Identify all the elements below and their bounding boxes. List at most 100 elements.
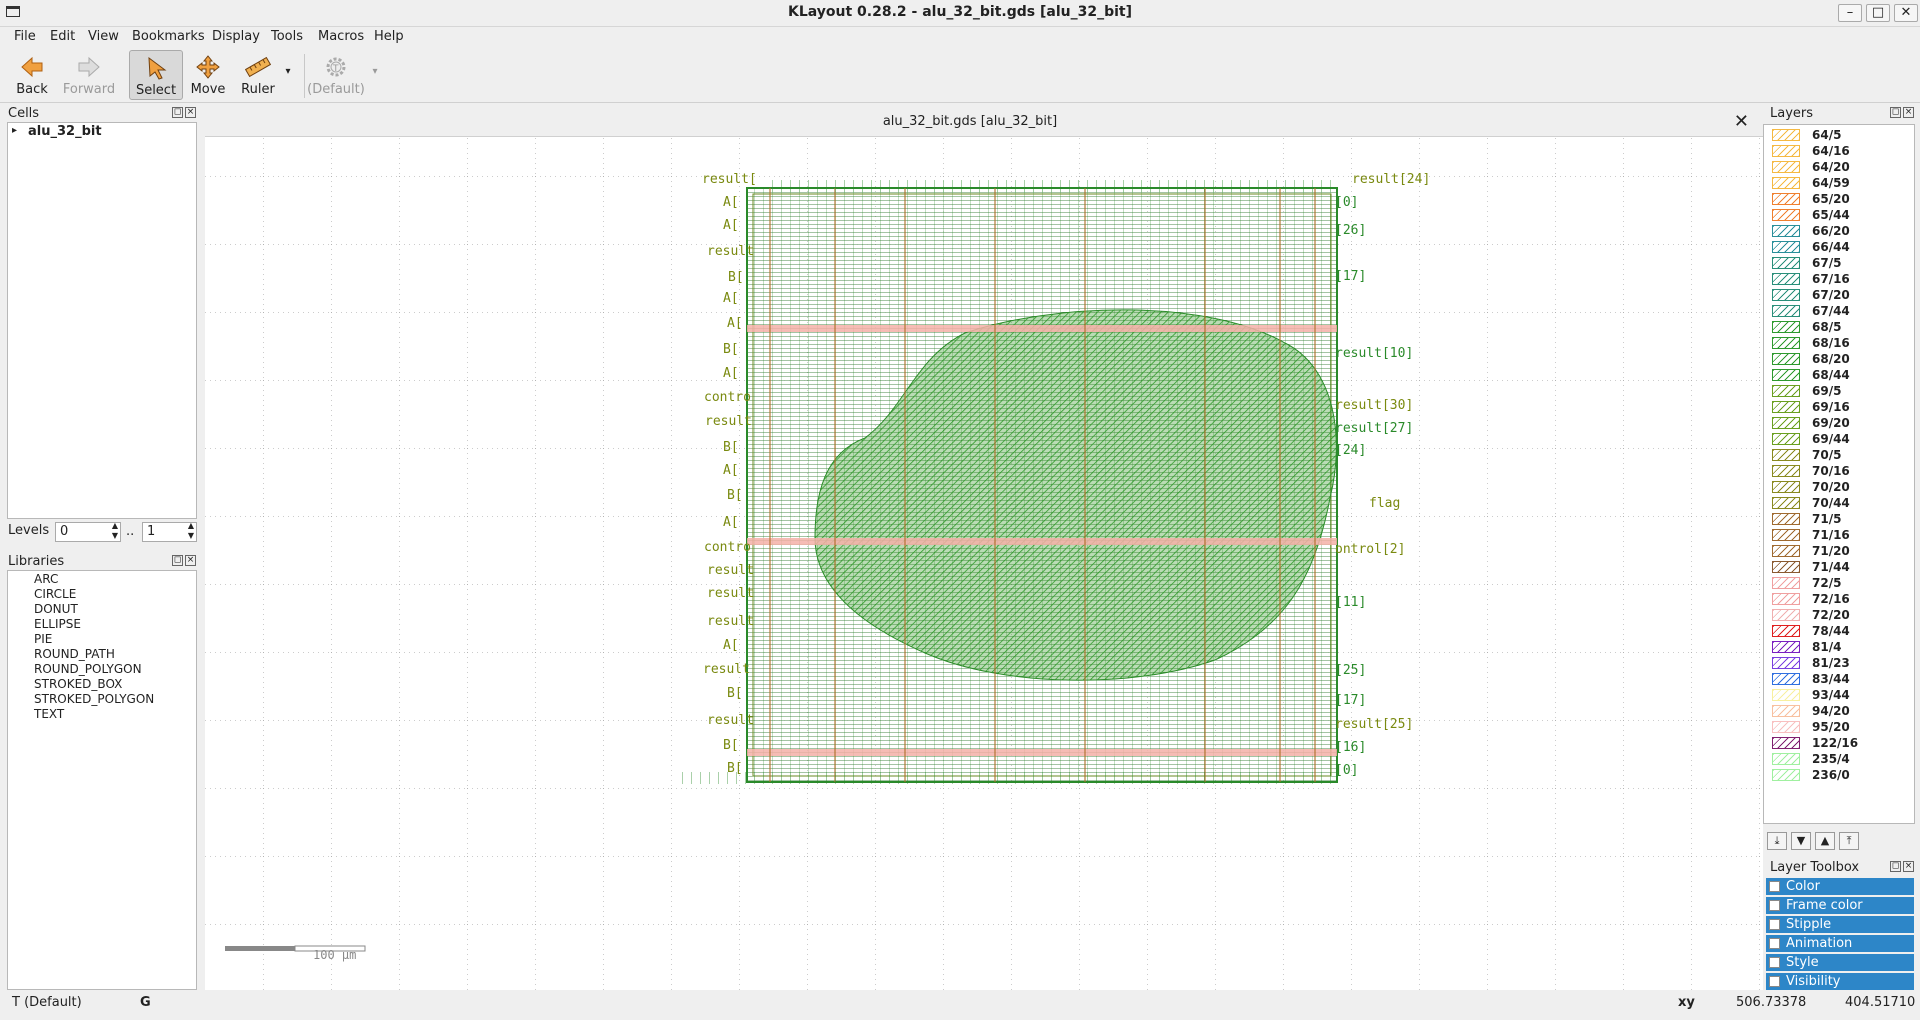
layer-item[interactable]: 69/44 [1768,432,1908,447]
move-up-icon[interactable]: ▲ [1815,832,1835,850]
layer-item[interactable]: 122/16 [1768,736,1908,751]
forward-button[interactable]: Forward [60,50,118,100]
layer-item[interactable]: 65/20 [1768,192,1908,207]
layer-item[interactable]: 236/0 [1768,768,1908,783]
toolbox-frame-color[interactable]: Frame color [1766,897,1914,914]
move-down-icon[interactable]: ▼ [1791,832,1811,850]
layer-item[interactable]: 70/5 [1768,448,1908,463]
layer-item[interactable]: 67/20 [1768,288,1908,303]
library-item-donut[interactable]: DONUT [34,602,78,616]
menu-display[interactable]: Display [212,29,260,44]
layer-item[interactable]: 69/20 [1768,416,1908,431]
layer-item[interactable]: 70/44 [1768,496,1908,511]
minimize-button[interactable]: – [1838,4,1862,22]
default-template-button[interactable]: T (Default) [306,50,366,100]
layer-item[interactable]: 68/20 [1768,352,1908,367]
menu-help[interactable]: Help [374,29,404,44]
menu-view[interactable]: View [88,29,119,44]
layer-item[interactable]: 71/20 [1768,544,1908,559]
layer-item[interactable]: 72/20 [1768,608,1908,623]
layer-item[interactable]: 93/44 [1768,688,1908,703]
library-item-ellipse[interactable]: ELLIPSE [34,617,81,631]
spin-arrows-icon[interactable]: ▲ ▼ [188,521,194,541]
menu-tools[interactable]: Tools [271,29,303,44]
layer-item[interactable]: 69/16 [1768,400,1908,415]
select-button[interactable]: Select [129,50,183,100]
layers-dock-buttons[interactable]: ◻ × [1888,107,1914,118]
layer-item[interactable]: 66/20 [1768,224,1908,239]
layer-item[interactable]: 67/16 [1768,272,1908,287]
layer-item[interactable]: 72/5 [1768,576,1908,591]
levels-from-spinbox[interactable]: 0 ▲ ▼ [55,521,121,542]
layer-item[interactable]: 71/44 [1768,560,1908,575]
layer-swatch-icon [1772,769,1800,781]
layer-label: 71/20 [1812,544,1850,558]
layer-item[interactable]: 64/16 [1768,144,1908,159]
libraries-dock-buttons[interactable]: ◻ × [170,555,196,566]
layer-swatch-icon [1772,385,1800,397]
cells-dock-buttons[interactable]: ◻ × [170,107,196,118]
layer-item[interactable]: 68/5 [1768,320,1908,335]
layer-item[interactable]: 69/5 [1768,384,1908,399]
ruler-dropdown-arrow-icon[interactable]: ▾ [281,66,295,80]
move-down-bottom-icon[interactable]: ⤓ [1767,832,1787,850]
close-tab-icon[interactable]: ✕ [1734,111,1749,132]
close-window-button[interactable]: ✕ [1894,4,1918,22]
default-dropdown-arrow-icon[interactable]: ▾ [368,66,382,80]
layer-item[interactable]: 67/44 [1768,304,1908,319]
layer-item[interactable]: 67/5 [1768,256,1908,271]
back-button[interactable]: Back [10,50,54,100]
menu-edit[interactable]: Edit [50,29,75,44]
layer-label: 64/59 [1812,176,1850,190]
library-item-round-path[interactable]: ROUND_PATH [34,647,115,661]
layer-item[interactable]: 70/16 [1768,464,1908,479]
layer-item[interactable]: 68/16 [1768,336,1908,351]
layer-item[interactable]: 235/4 [1768,752,1908,767]
layer-item[interactable]: 83/44 [1768,672,1908,687]
layer-item[interactable]: 81/4 [1768,640,1908,655]
layer-item[interactable]: 81/23 [1768,656,1908,671]
library-item-pie[interactable]: PIE [34,632,52,646]
toolbox-color[interactable]: Color [1766,878,1914,895]
layer-swatch-icon [1772,257,1800,269]
layer-item[interactable]: 70/20 [1768,480,1908,495]
layer-item[interactable]: 71/5 [1768,512,1908,527]
layer-item[interactable]: 95/20 [1768,720,1908,735]
ruler-button[interactable]: Ruler [236,50,280,100]
layer-item[interactable]: 64/5 [1768,128,1908,143]
layer-item[interactable]: 78/44 [1768,624,1908,639]
menu-bookmarks[interactable]: Bookmarks [132,29,205,44]
layer-item[interactable]: 64/20 [1768,160,1908,175]
library-item-arc[interactable]: ARC [34,572,58,586]
library-item-circle[interactable]: CIRCLE [34,587,76,601]
layer-item[interactable]: 71/16 [1768,528,1908,543]
layout-canvas[interactable]: result[ A[ A[ result B[ A[ A[ B[ A[ cont… [205,108,1763,990]
library-item-round-polygon[interactable]: ROUND_POLYGON [34,662,142,676]
library-item-stroked-box[interactable]: STROKED_BOX [34,677,122,691]
layer-item[interactable]: 65/44 [1768,208,1908,223]
toolbox-animation[interactable]: Animation [1766,935,1914,952]
layer-toolbox-dock-buttons[interactable]: ◻ × [1888,861,1914,872]
spin-arrows-icon[interactable]: ▲ ▼ [112,521,118,541]
layer-item[interactable]: 64/59 [1768,176,1908,191]
library-item-stroked-polygon[interactable]: STROKED_POLYGON [34,692,154,706]
layer-item[interactable]: 68/44 [1768,368,1908,383]
toolbox-style[interactable]: Style [1766,954,1914,971]
expand-arrow-icon[interactable]: ▸ [12,125,17,136]
maximize-button[interactable]: □ [1866,4,1890,22]
layer-item[interactable]: 72/16 [1768,592,1908,607]
move-up-top-icon[interactable]: ⤒ [1839,832,1859,850]
menu-macros[interactable]: Macros [318,29,364,44]
levels-to-spinbox[interactable]: 1 ▲ ▼ [142,521,197,542]
menu-file[interactable]: File [14,29,36,44]
layer-swatch-icon [1772,369,1800,381]
layer-item[interactable]: 66/44 [1768,240,1908,255]
library-item-text[interactable]: TEXT [34,707,64,721]
move-button[interactable]: Move [188,50,228,100]
layer-item[interactable]: 94/20 [1768,704,1908,719]
cell-item-alu_32_bit[interactable]: alu_32_bit [28,124,102,139]
toolbox-visibility[interactable]: Visibility [1766,973,1914,990]
toolbox-stipple[interactable]: Stipple [1766,916,1914,933]
pin-label: result [703,662,750,677]
layout-tab-title[interactable]: alu_32_bit.gds [alu_32_bit] [205,114,1735,129]
